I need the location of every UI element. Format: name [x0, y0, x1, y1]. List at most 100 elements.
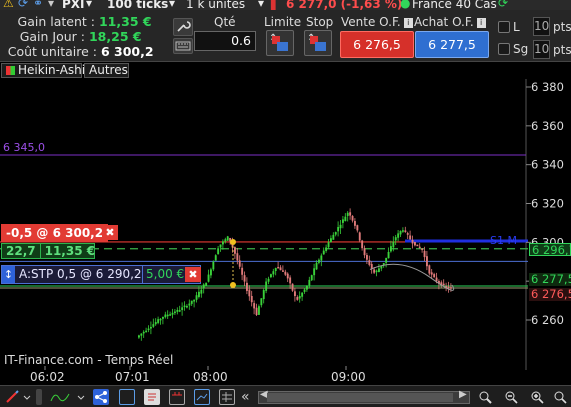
ticks-select[interactable]: 100 ticks — [107, 0, 168, 10]
stop-pts-input[interactable]: 10 — [533, 40, 550, 59]
candle-body — [238, 260, 241, 267]
units-dropdown-icon[interactable]: ▾ — [258, 0, 264, 10]
candle-body — [433, 274, 436, 278]
share-icon[interactable] — [93, 389, 109, 405]
alert-icon[interactable]: ⚠ — [3, 0, 14, 10]
candle-body — [356, 225, 359, 231]
units-select[interactable]: 1 k unités — [186, 0, 245, 10]
candle-body — [243, 275, 246, 282]
drag-handle-icon[interactable]: ↕ — [2, 266, 15, 283]
candle-body — [406, 233, 409, 235]
candle-body — [236, 253, 239, 261]
candle-body — [390, 246, 392, 252]
candle-body — [260, 298, 263, 306]
info-icon[interactable]: i — [403, 18, 413, 28]
zoom-extra-icon[interactable] — [552, 389, 568, 405]
candle-body — [392, 241, 395, 248]
info-icon[interactable]: i — [476, 18, 486, 28]
buy-button[interactable]: 6 277,5 — [415, 31, 489, 58]
candle-body — [349, 212, 352, 216]
stop-order-button[interactable]: ↕ — [304, 30, 332, 56]
candle-body — [385, 257, 388, 263]
position-gain-pts: 22,7 — [6, 244, 36, 258]
market-status-icon: ● — [400, 0, 411, 10]
ticks-dropdown-icon[interactable]: ▾ — [169, 0, 175, 10]
candle-body — [147, 328, 150, 331]
zoom-in-icon[interactable] — [529, 389, 545, 405]
candle-body — [310, 275, 313, 281]
candle-body — [387, 251, 390, 259]
candle-body — [361, 240, 364, 249]
stop-guaranteed-checkbox[interactable] — [498, 43, 510, 55]
candle-body — [212, 261, 215, 270]
keyboard-icon[interactable] — [173, 38, 193, 54]
candle-body — [358, 232, 361, 241]
instrument-select[interactable]: PXI — [62, 0, 85, 10]
horizontal-scrollbar[interactable]: ◀ ▶ — [258, 389, 470, 404]
dropdown-arrow-icon[interactable] — [76, 389, 86, 405]
candle-body — [217, 248, 220, 255]
wrench-icon[interactable] — [173, 18, 193, 36]
candle-body — [152, 324, 155, 327]
link-icon[interactable]: ⚭ — [33, 0, 43, 10]
limit-checkbox[interactable] — [498, 21, 510, 33]
candle-body — [164, 314, 167, 318]
candle-body — [253, 303, 256, 309]
pencil-icon[interactable] — [4, 389, 20, 405]
zoom-fit-icon[interactable] — [477, 389, 493, 405]
calendar-icon[interactable] — [169, 389, 185, 405]
bottom-toolbar: « ◀ ▶ — [0, 385, 571, 407]
scrollbar-thumb[interactable] — [267, 393, 453, 402]
limit-pts-input[interactable]: 10 — [533, 17, 550, 36]
scroll-right-icon[interactable]: ▶ — [459, 389, 467, 400]
qty-label: Qté — [214, 15, 236, 29]
stop-order-text: A:STP 0,5 @ 6 290,2 — [19, 267, 142, 281]
indicator-icon[interactable] — [50, 389, 72, 405]
candle-body — [332, 234, 335, 240]
stop-order-label[interactable]: ↕ A:STP 0,5 @ 6 290,2 5,00 € — [1, 265, 201, 284]
gains-summary: Gain latent : 11,35 € Gain Jour : 18,25 … — [0, 14, 164, 59]
sell-button[interactable]: 6 276,5 — [340, 31, 414, 58]
candle-body — [186, 305, 188, 308]
candle-body — [378, 268, 380, 272]
close-stop-icon[interactable]: ✖ — [185, 267, 201, 282]
chart-window-icon[interactable] — [194, 389, 210, 405]
cout-unitaire-value: 6 300,2 — [100, 44, 154, 59]
position-label[interactable]: -0,5 @ 6 300,2 — [1, 224, 109, 242]
candle-body — [354, 221, 356, 226]
candle-body — [342, 219, 344, 223]
sell-header-label: Vente O.F. — [341, 15, 401, 29]
buy-header: Achat O.F. i — [414, 15, 486, 29]
refresh-icon[interactable]: ⟳ — [18, 0, 28, 10]
top-toolbar: ⚠ ⟳ ⚭ ▾ PXI ▾ 100 ticks ▾ 1 k unités ▾ ▌… — [0, 0, 571, 10]
chart-icon: ▌ — [271, 0, 281, 10]
candle-body — [303, 289, 306, 292]
dropdown-arrow-icon[interactable] — [22, 389, 32, 405]
tab-heikin-ashi[interactable]: Heikin-Ashi — [1, 63, 85, 78]
candle-body — [181, 307, 184, 311]
candle-body — [226, 236, 229, 241]
candle-type-icon — [6, 66, 15, 75]
window-icon[interactable] — [119, 389, 135, 405]
candle-body — [202, 284, 205, 289]
qty-input[interactable]: 0.6 — [194, 31, 256, 51]
gain-jour-label: Gain Jour : — [19, 29, 85, 44]
stop-guaranteed-label: Sg — [513, 42, 529, 56]
close-position-icon[interactable]: ✖ — [102, 225, 118, 240]
tab-autres[interactable]: Autres — [84, 63, 129, 78]
candle-body — [200, 289, 203, 294]
scroll-left-double-icon[interactable]: « — [241, 389, 257, 405]
document-icon[interactable] — [144, 389, 160, 405]
candle-body — [176, 309, 179, 312]
limit-order-button[interactable]: ↕ — [266, 30, 294, 56]
candle-body — [339, 224, 342, 229]
sync-icon[interactable]: ⟳ — [498, 0, 508, 10]
dropdown-arrow-icon[interactable]: ▾ — [48, 0, 54, 10]
candle-body — [190, 300, 193, 304]
instrument-dropdown-icon[interactable]: ▾ — [86, 0, 92, 10]
candle-body — [205, 282, 208, 287]
zoom-out-icon[interactable] — [503, 389, 519, 405]
table-icon[interactable] — [219, 389, 235, 405]
candle-body — [294, 291, 296, 297]
candle-body — [219, 244, 222, 248]
